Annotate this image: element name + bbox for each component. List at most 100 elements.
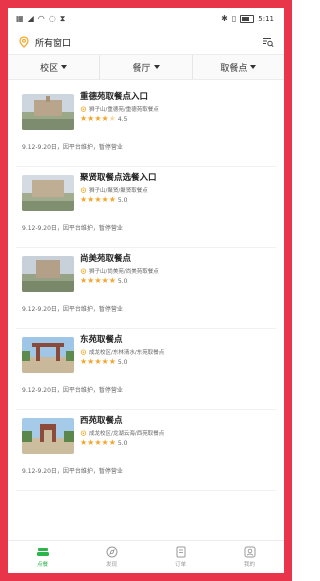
star-icon: ★ <box>94 438 102 447</box>
star-icon: ★ <box>108 438 116 447</box>
star-icon: ★ <box>108 276 116 285</box>
star-icon: ★ <box>94 357 102 366</box>
address-pin-icon <box>80 429 87 436</box>
star-icon: ★ <box>94 114 102 123</box>
tab-label: 订单 <box>174 562 186 568</box>
pickup-name: 聚贤取餐点选餐入口 <box>80 173 157 183</box>
tab-discover[interactable]: 发现 <box>77 541 146 573</box>
closure-notice: 9.12-9.20日，因平台维护，暂停营业 <box>22 387 123 394</box>
tab-order-food[interactable]: 点餐 <box>8 541 77 573</box>
star-icon: ★ <box>87 357 95 366</box>
address-pin-icon <box>80 186 87 193</box>
star-icon: ★ <box>80 114 88 123</box>
bottom-tab-bar: 点餐 发现 订单 我的 <box>8 540 284 573</box>
tab-label: 我的 <box>243 562 255 568</box>
filter-campus-label: 校区 <box>40 63 59 74</box>
caret-down-icon <box>250 65 257 69</box>
rating-value: 4.5 <box>117 115 128 123</box>
star-icon: ★ <box>101 276 109 285</box>
star-icon: ★ <box>108 195 116 204</box>
star-icon: ★ <box>80 357 88 366</box>
gate-photo <box>22 418 74 454</box>
star-icon: ★ <box>101 438 109 447</box>
address-pin-icon <box>80 267 87 274</box>
address-pin-icon <box>80 348 87 355</box>
star-icon: ★ <box>101 114 109 123</box>
pickup-list: 重德苑取餐点入口 狮子山/重德苑/重德苑取餐点 ★ ★ ★ ★ ★ 4.5 9.… <box>8 80 284 491</box>
alarm-icon: ◌ <box>48 14 56 23</box>
building-photo <box>22 256 74 292</box>
star-icon: ★ <box>94 195 102 204</box>
app-screen: ▦ ◢ ◠ ◌ ⧗ ✱ ▯ 5:11 所有窗口 校区 餐厅 取餐点 重德苑取餐点… <box>8 8 284 573</box>
building-photo <box>22 94 74 130</box>
filter-pickup-label: 取餐点 <box>220 63 248 74</box>
rating: ★ ★ ★ ★ ★ 5.0 <box>80 358 272 366</box>
address-pin-icon <box>80 105 87 112</box>
profile-icon <box>244 546 255 558</box>
compass-icon <box>106 546 117 558</box>
device-frame: ▦ ◢ ◠ ◌ ⧗ ✱ ▯ 5:11 所有窗口 校区 餐厅 取餐点 重德苑取餐点… <box>0 0 292 581</box>
rating-value: 5.0 <box>117 358 128 366</box>
bluetooth-icon: ✱ <box>221 14 228 23</box>
filter-campus[interactable]: 校区 <box>8 55 101 79</box>
pickup-card[interactable]: 尚美苑取餐点 狮子山/尚美苑/尚美苑取餐点 ★ ★ ★ ★ ★ 5.0 9.12… <box>16 248 276 329</box>
pickup-name: 重德苑取餐点入口 <box>80 92 149 102</box>
order-icon <box>176 546 185 558</box>
filter-restaurant[interactable]: 餐厅 <box>100 55 193 79</box>
tab-label: 点餐 <box>36 562 48 568</box>
star-icon: ★ <box>108 357 116 366</box>
tab-profile[interactable]: 我的 <box>215 541 284 573</box>
closure-notice: 9.12-9.20日，因平台维护，暂停营业 <box>22 225 123 232</box>
rating-value: 5.0 <box>117 277 128 285</box>
wifi-icon: ◠ <box>37 14 45 23</box>
pickup-name: 尚美苑取餐点 <box>80 254 132 264</box>
status-left: ▦ ◢ ◠ ◌ ⧗ <box>16 15 65 23</box>
pickup-address: 狮子山/聚贤/聚贤取餐点 <box>89 188 148 194</box>
vibrate-icon: ▯ <box>231 14 237 23</box>
sim-icon: ▦ <box>16 14 24 23</box>
rating: ★ ★ ★ ★ ★ 5.0 <box>80 277 272 285</box>
star-icon: ★ <box>87 114 95 123</box>
filter-pickup[interactable]: 取餐点 <box>193 55 284 79</box>
filter-restaurant-label: 餐厅 <box>132 63 151 74</box>
rating: ★ ★ ★ ★ ★ 5.0 <box>80 439 272 447</box>
battery-icon <box>240 15 255 23</box>
pickup-name: 东苑取餐点 <box>80 335 123 345</box>
pickup-card[interactable]: 聚贤取餐点选餐入口 狮子山/聚贤/聚贤取餐点 ★ ★ ★ ★ ★ 5.0 9.1… <box>16 167 276 248</box>
status-time: 5:11 <box>258 15 274 23</box>
pickup-card[interactable]: 重德苑取餐点入口 狮子山/重德苑/重德苑取餐点 ★ ★ ★ ★ ★ 4.5 9.… <box>16 86 276 167</box>
search-list-icon[interactable] <box>262 36 274 48</box>
dish-icon <box>36 548 49 556</box>
star-icon: ★ <box>101 195 109 204</box>
status-bar: ▦ ◢ ◠ ◌ ⧗ ✱ ▯ 5:11 <box>8 8 284 30</box>
location-label: 所有窗口 <box>35 38 72 49</box>
rating: ★ ★ ★ ★ ★ 5.0 <box>80 196 272 204</box>
signal-icon: ◢ <box>27 14 34 23</box>
star-icon: ★ <box>101 357 109 366</box>
pickup-address: 狮子山/尚美苑/尚美苑取餐点 <box>89 269 159 275</box>
tab-label: 发现 <box>105 562 117 568</box>
caret-down-icon <box>153 65 160 69</box>
pickup-card[interactable]: 东苑取餐点 成龙校区/东林清水/东苑取餐点 ★ ★ ★ ★ ★ 5.0 9.12… <box>16 329 276 410</box>
half-star-icon: ★ <box>108 114 116 123</box>
closure-notice: 9.12-9.20日，因平台维护，暂停营业 <box>22 306 123 313</box>
caret-down-icon <box>61 65 68 69</box>
location-bar[interactable]: 所有窗口 <box>8 30 284 54</box>
pickup-name: 西苑取餐点 <box>80 416 123 426</box>
pickup-card[interactable]: 西苑取餐点 成龙校区/龙湖云海/西苑取餐点 ★ ★ ★ ★ ★ 5.0 9.12… <box>16 410 276 491</box>
star-icon: ★ <box>87 276 95 285</box>
rating-value: 5.0 <box>117 439 128 447</box>
star-icon: ★ <box>80 195 88 204</box>
star-icon: ★ <box>80 276 88 285</box>
rating: ★ ★ ★ ★ ★ 4.5 <box>80 115 272 123</box>
star-icon: ★ <box>87 195 95 204</box>
location-pin-icon <box>19 36 29 48</box>
filter-bar: 校区 餐厅 取餐点 <box>8 54 284 80</box>
timer-icon: ⧗ <box>59 14 66 23</box>
rating-value: 5.0 <box>117 196 128 204</box>
star-icon: ★ <box>87 438 95 447</box>
gate-photo <box>22 337 74 373</box>
pickup-address: 狮子山/重德苑/重德苑取餐点 <box>89 107 159 113</box>
tab-orders[interactable]: 订单 <box>146 541 215 573</box>
building-photo <box>22 175 74 211</box>
